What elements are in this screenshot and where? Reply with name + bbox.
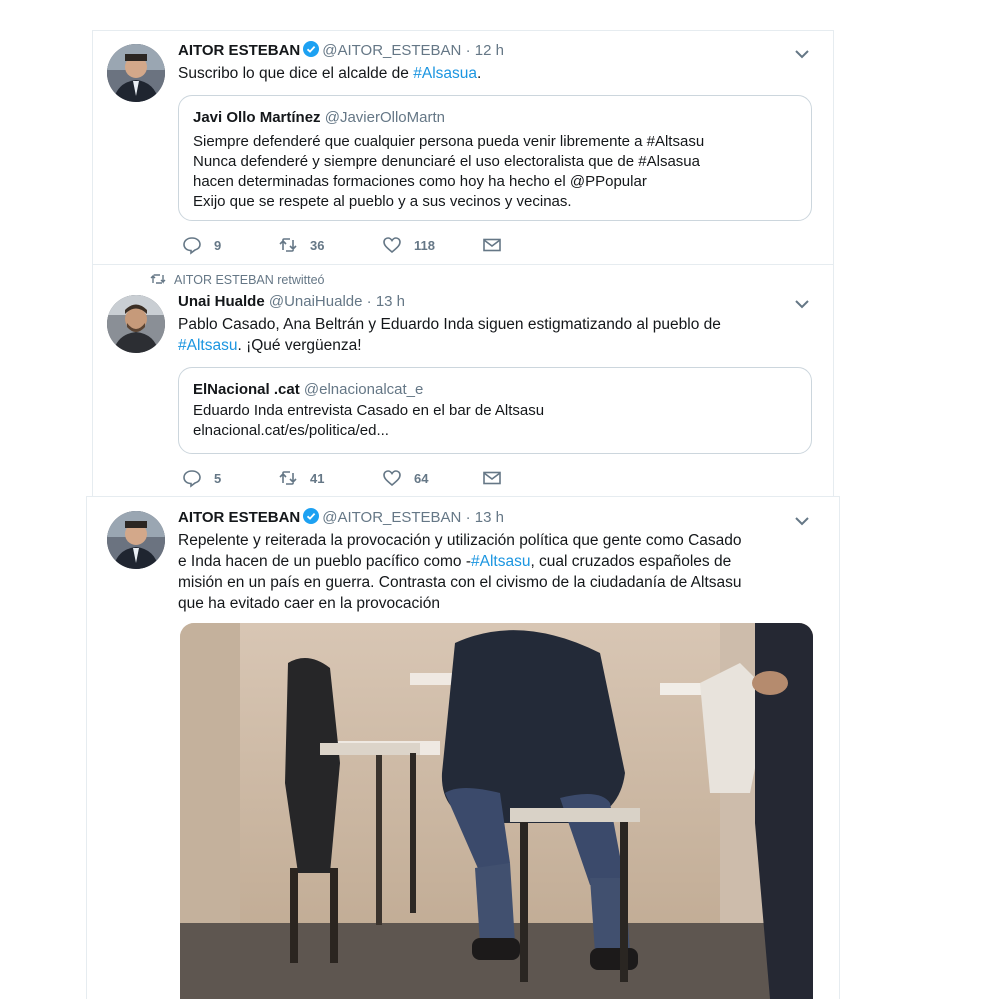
author-name[interactable]: AITOR ESTEBAN: [178, 42, 300, 59]
retweet-icon: [150, 274, 166, 284]
quoted-author-handle: @elnacionalcat_e: [303, 381, 424, 398]
timestamp[interactable]: 13 h: [376, 293, 405, 310]
reply-icon: [183, 237, 201, 255]
quoted-text-line: Exijo que se respete al pueblo y a sus v…: [193, 193, 572, 210]
separator-dot: ·: [465, 509, 471, 526]
quoted-link[interactable]: elnacional.cat/es/politica/ed...: [193, 421, 797, 441]
like-icon: [383, 470, 401, 487]
reply-button[interactable]: 5: [182, 468, 221, 488]
tweet-text-line: Repelente y reiterada la provocación y u…: [178, 532, 742, 549]
hashtag-link[interactable]: #Altsasu: [471, 553, 530, 570]
author-handle[interactable]: @UnaiHualde: [269, 293, 363, 310]
direct-message-button[interactable]: [482, 235, 514, 255]
author-name[interactable]: Unai Hualde: [178, 293, 265, 310]
reply-button[interactable]: 9: [182, 235, 221, 255]
tweet-text-line: Pablo Casado, Ana Beltrán y Eduardo Inda…: [178, 316, 721, 333]
separator-dot: ·: [465, 42, 471, 59]
quoted-text-line: Nunca defenderé y siempre denunciaré el …: [193, 153, 700, 170]
tweet-actions: 9 36 118: [182, 235, 522, 255]
tweet-separator: [92, 264, 834, 265]
quoted-tweet[interactable]: Javi Ollo Martínez @JavierOlloMartn Siem…: [178, 95, 812, 221]
quoted-text-line: Eduardo Inda entrevista Casado en el bar…: [193, 402, 545, 419]
reply-icon: [183, 470, 201, 488]
message-icon: [483, 471, 501, 485]
chevron-down-icon[interactable]: [794, 48, 810, 60]
tweet-header: AITOR ESTEBAN @AITOR_ESTEBAN · 12 h: [178, 41, 504, 61]
message-icon: [483, 238, 501, 252]
tweet-text-part: Suscribo lo que dice el alcalde de: [178, 65, 414, 82]
tweet-text-line: misión en un país en guerra. Contrasta c…: [178, 574, 742, 591]
avatar-image: [107, 44, 165, 102]
retweet-icon: [279, 238, 297, 252]
reply-count: 9: [214, 237, 222, 253]
reply-count: 5: [214, 470, 222, 486]
timestamp[interactable]: 13 h: [475, 509, 504, 526]
author-handle[interactable]: @AITOR_ESTEBAN: [322, 509, 461, 526]
retweet-button[interactable]: 41: [278, 468, 324, 488]
tweet-text: Repelente y reiterada la provocación y u…: [178, 530, 823, 614]
chevron-down-icon[interactable]: [794, 298, 810, 310]
hashtag-link[interactable]: #Altsasu: [178, 337, 237, 354]
quoted-text-line: hacen determinadas formaciones como hoy …: [193, 173, 647, 190]
retweet-button[interactable]: 36: [278, 235, 324, 255]
tweet-actions: 5 41 64: [182, 468, 522, 488]
verified-badge-icon: [303, 41, 320, 57]
like-button[interactable]: 118: [382, 235, 435, 255]
tweet-text-part: . ¡Qué vergüenza!: [237, 337, 362, 354]
retweet-context: AITOR ESTEBAN retwitteó: [150, 273, 325, 287]
tweet-text-line: que ha evitado caer en la provocación: [178, 595, 440, 612]
verified-badge-icon: [303, 508, 320, 524]
like-count: 118: [414, 237, 435, 253]
quoted-author-handle: @JavierOlloMartn: [324, 109, 445, 126]
tweet-text: Suscribo lo que dice el alcalde de #Alsa…: [178, 63, 481, 84]
like-icon: [383, 237, 401, 254]
author-handle[interactable]: @AITOR_ESTEBAN: [322, 42, 461, 59]
tweet-header: AITOR ESTEBAN @AITOR_ESTEBAN · 13 h: [178, 508, 504, 528]
tweet-text-part: .: [477, 65, 482, 82]
author-name[interactable]: AITOR ESTEBAN: [178, 509, 300, 526]
retweet-count: 36: [310, 237, 325, 253]
avatar-image: [107, 295, 165, 353]
retweet-count: 41: [310, 470, 325, 486]
avatar[interactable]: [107, 44, 165, 102]
hashtag-link[interactable]: #Alsasua: [413, 65, 477, 82]
direct-message-button[interactable]: [482, 468, 514, 488]
retweet-context-label[interactable]: AITOR ESTEBAN retwitteó: [174, 273, 325, 287]
tweet-photo[interactable]: [180, 623, 813, 999]
quoted-text-line: Siempre defenderé que cualquier persona …: [193, 133, 705, 150]
avatar[interactable]: [107, 511, 165, 569]
quoted-author-name: ElNacional .cat: [193, 381, 300, 398]
chevron-down-icon[interactable]: [794, 515, 810, 527]
tweet-text-part: e Inda hacen de un pueblo pacífico como …: [178, 553, 471, 570]
avatar[interactable]: [107, 295, 165, 353]
quoted-tweet[interactable]: ElNacional .cat @elnacionalcat_e Eduardo…: [178, 367, 812, 454]
like-button[interactable]: 64: [382, 468, 428, 488]
tweet-text-part: , cual cruzados españoles de: [530, 553, 732, 570]
separator-dot: ·: [366, 293, 372, 310]
cafe-photo-image: [180, 623, 813, 999]
tweet-header: Unai Hualde @UnaiHualde · 13 h: [178, 292, 405, 312]
timestamp[interactable]: 12 h: [475, 42, 504, 59]
like-count: 64: [414, 470, 429, 486]
avatar-image: [107, 511, 165, 569]
retweet-icon: [279, 471, 297, 485]
tweet-text: Pablo Casado, Ana Beltrán y Eduardo Inda…: [178, 314, 818, 356]
quoted-author-name: Javi Ollo Martínez: [193, 109, 321, 126]
